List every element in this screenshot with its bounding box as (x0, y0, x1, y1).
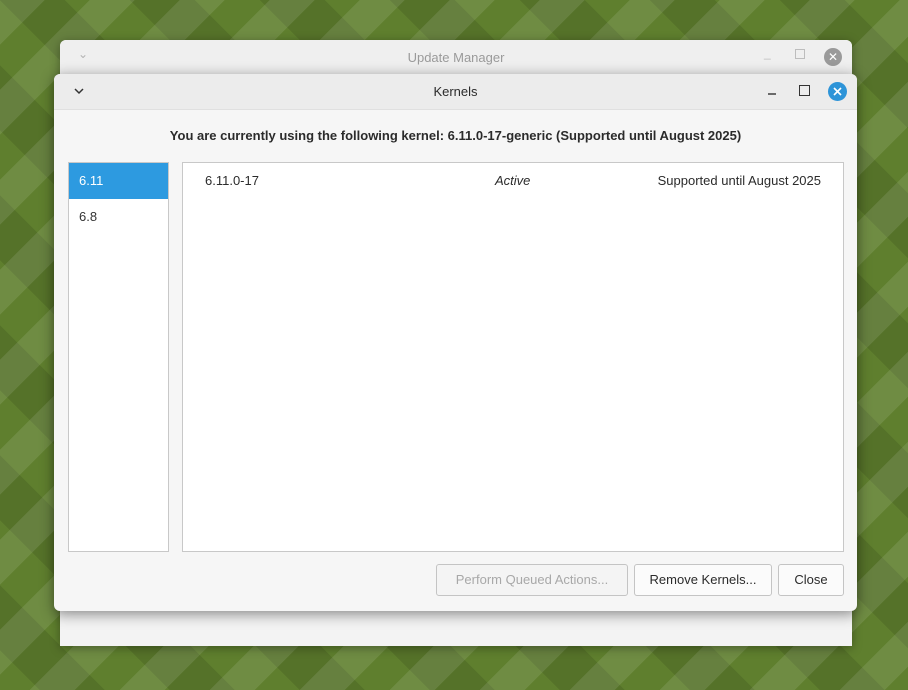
kernels-dialog: Kernels You are currently using the foll… (54, 74, 857, 611)
minimize-icon[interactable]: _ (764, 46, 771, 60)
minimize-icon[interactable] (765, 84, 779, 98)
sidebar-item-6-8[interactable]: 6.8 (69, 199, 168, 235)
kernel-series-list: 6.11 6.8 (68, 162, 169, 552)
sidebar-item-6-11[interactable]: 6.11 (69, 163, 168, 199)
maximize-icon[interactable] (795, 49, 805, 59)
update-manager-titlebar: ⌄ Update Manager _ ✕ (60, 40, 852, 74)
maximize-icon[interactable] (799, 85, 810, 96)
list-item[interactable]: 6.11.0-17 Active Supported until August … (183, 163, 843, 199)
close-icon[interactable] (828, 82, 847, 101)
current-kernel-info: You are currently using the following ke… (169, 128, 742, 143)
kernel-status: Active (495, 173, 531, 188)
close-button[interactable]: Close (778, 564, 844, 596)
close-icon[interactable]: ✕ (824, 48, 842, 66)
update-manager-title: Update Manager (407, 50, 505, 65)
kernel-version: 6.11.0-17 (205, 173, 259, 188)
dialog-titlebar: Kernels (54, 74, 857, 110)
dialog-title: Kernels (433, 84, 478, 99)
perform-queued-actions-button[interactable]: Perform Queued Actions... (436, 564, 628, 596)
kernel-list: 6.11.0-17 Active Supported until August … (182, 162, 844, 552)
kernel-support: Supported until August 2025 (657, 173, 821, 188)
remove-kernels-button[interactable]: Remove Kernels... (634, 564, 772, 596)
